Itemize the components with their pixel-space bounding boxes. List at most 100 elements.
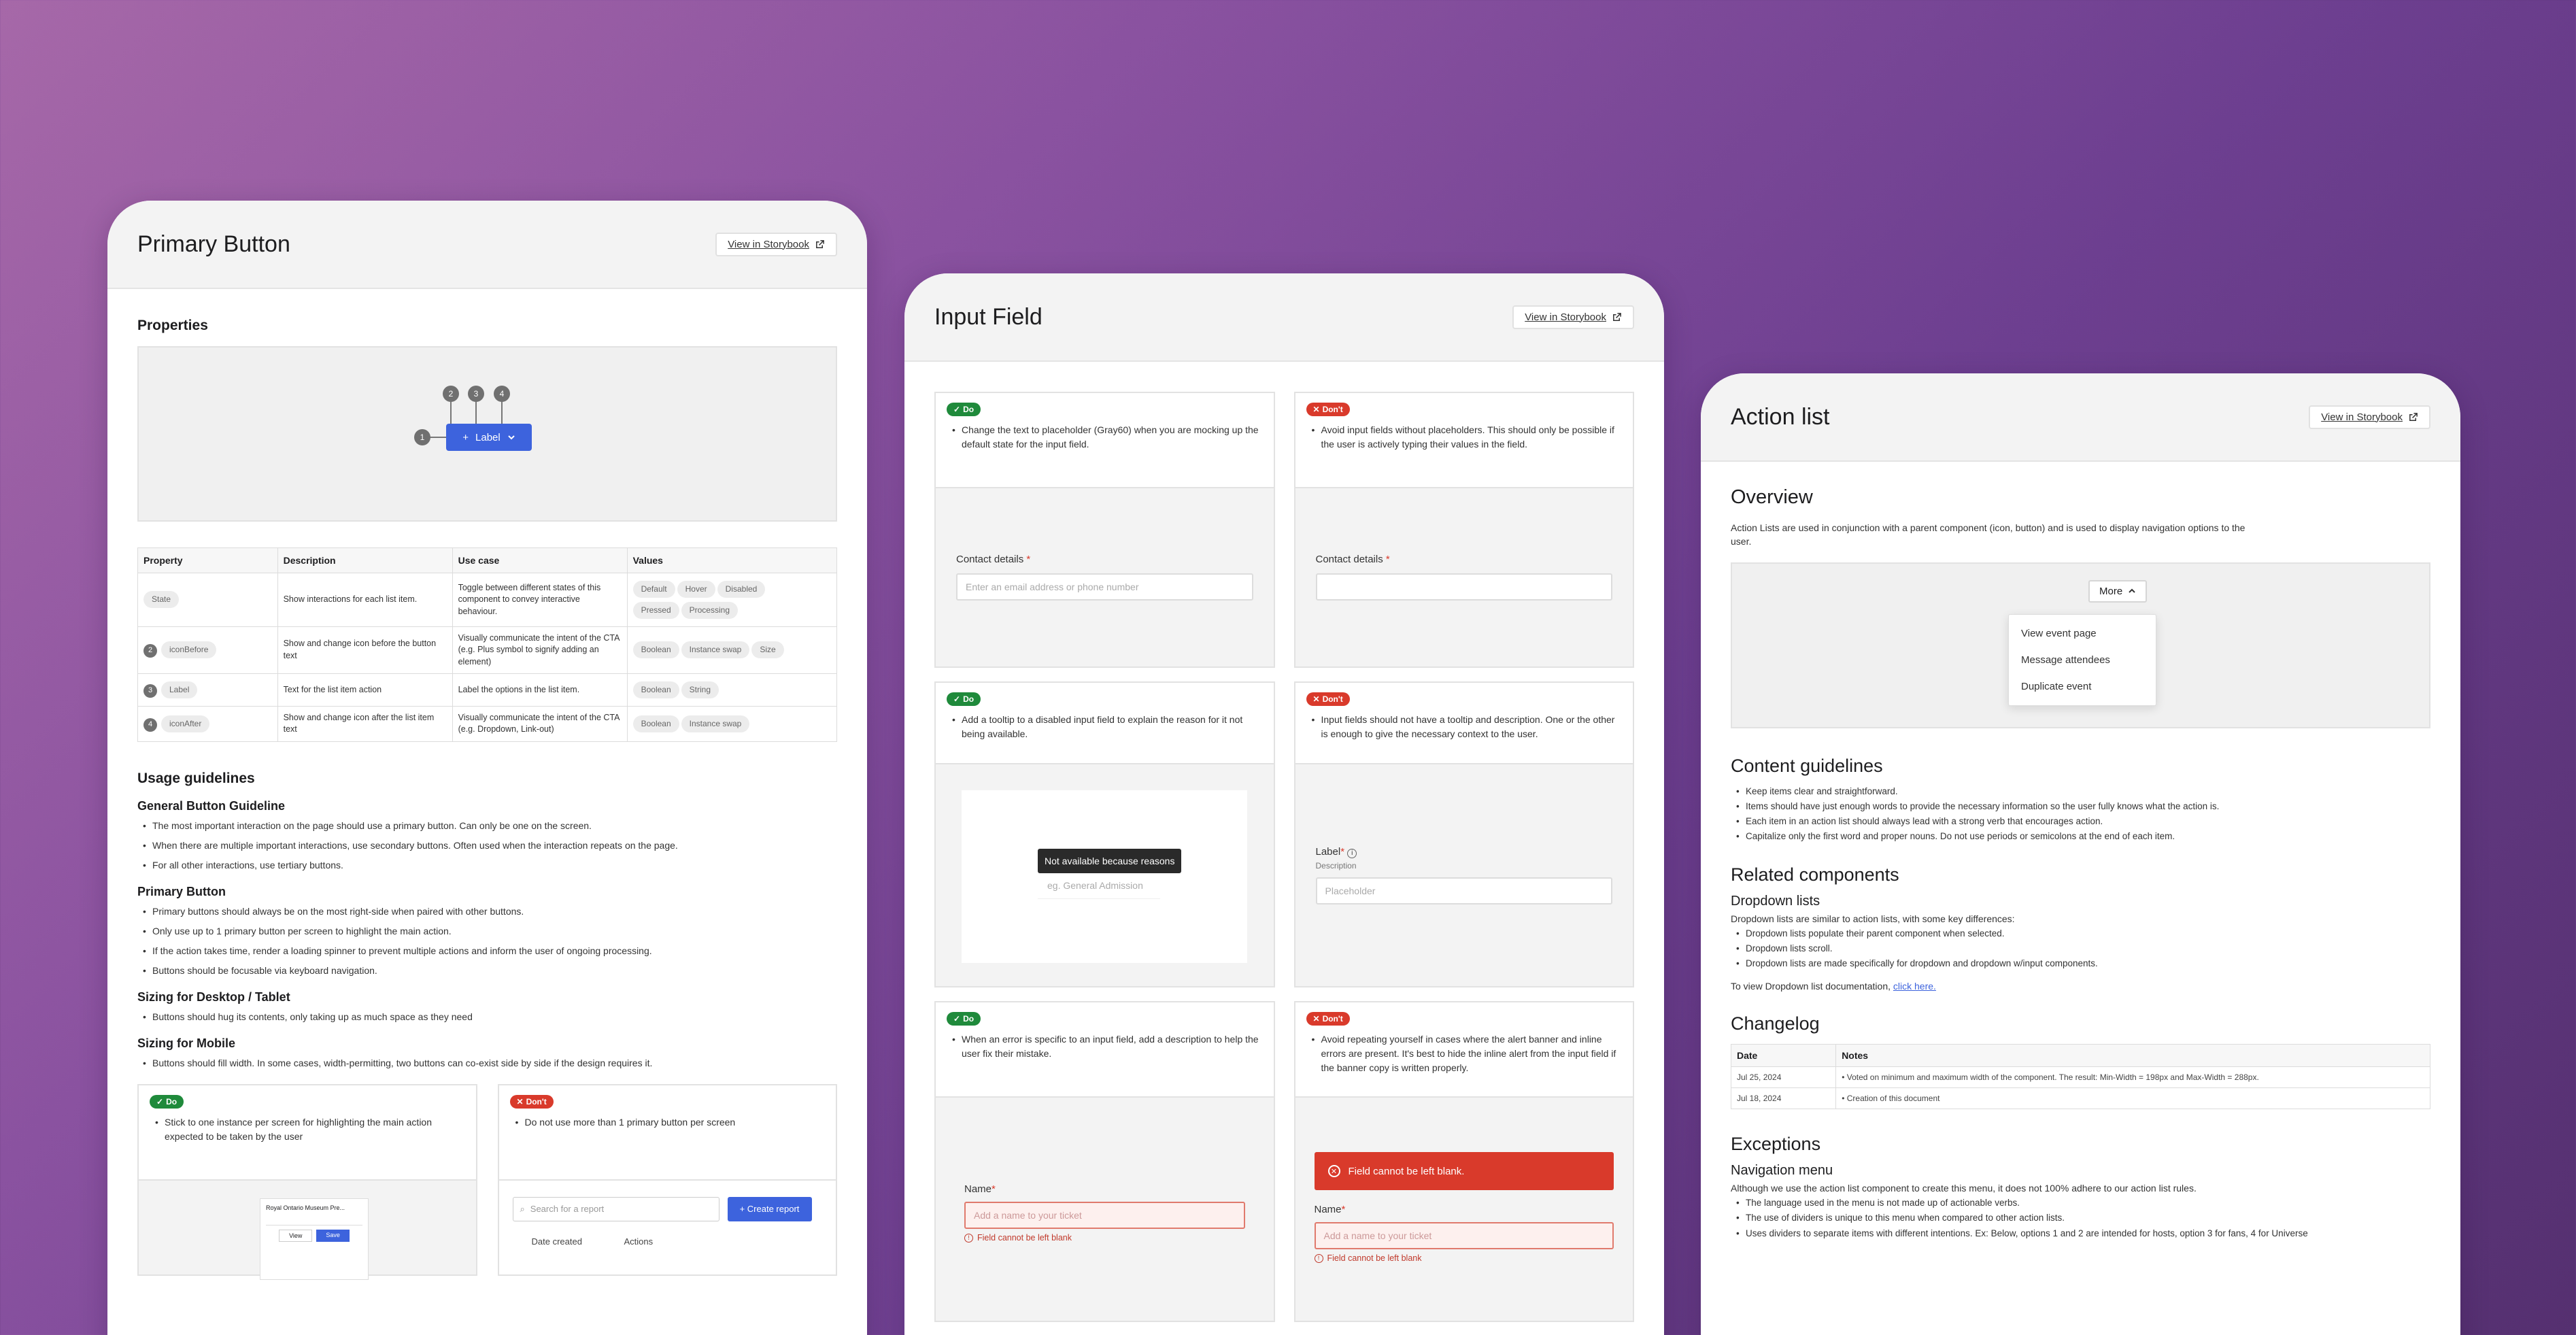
do-dont-row: ✓Do Change the text to placeholder (Gray… — [934, 392, 1634, 668]
contact-details-input[interactable] — [1315, 573, 1612, 601]
dont-card: ✕Don't Input fields should not have a to… — [1293, 681, 1634, 987]
overview-heading: Overview — [1731, 486, 1813, 508]
plus-icon: + — [462, 431, 469, 443]
values-cell: Boolean String — [626, 673, 838, 707]
value-chip: Processing — [681, 601, 738, 619]
primary-button-card: Primary Button View in Storybook Propert… — [107, 201, 867, 1335]
do-badge: ✓ Do — [947, 403, 981, 416]
view-button[interactable]: View — [279, 1229, 313, 1242]
nav-menu-heading: Navigation menu — [1731, 1162, 1833, 1178]
list-item: The most important interaction on the pa… — [137, 819, 837, 833]
value-chip: Default — [632, 581, 675, 598]
properties-table: Property Description Use case Values Sta… — [137, 547, 838, 742]
value-chip: Instance swap — [681, 715, 750, 732]
error-icon: ! — [1314, 1253, 1323, 1263]
view-in-storybook-button[interactable]: View in Storybook — [2309, 405, 2430, 429]
do-example: Not available because reasons eg. Genera… — [936, 763, 1274, 986]
search-input[interactable]: ⌕ Search for a report — [512, 1196, 719, 1221]
field-label: Label* i — [1316, 846, 1613, 858]
list-item: Buttons should fill width. In some cases… — [137, 1056, 837, 1070]
exceptions-heading: Exceptions — [1731, 1133, 1821, 1154]
do-example: Royal Ontario Museum Pre... View Save — [139, 1179, 476, 1280]
mobile-mock: Royal Ontario Museum Pre... View Save — [260, 1198, 369, 1280]
card-title: Action list — [1731, 403, 1830, 430]
description-cell: Show interactions for each list item. — [277, 573, 453, 627]
menu-item[interactable]: Message attendees — [2009, 647, 2156, 673]
action-list-card: Action list View in Storybook Overview A… — [1701, 373, 2460, 1335]
dont-badge: ✕ Don't — [509, 1094, 554, 1109]
related-components-heading: Related components — [1731, 864, 1899, 885]
external-link-icon — [2409, 412, 2418, 421]
dont-badge: ✕ Don't — [1306, 403, 1350, 416]
card-title: Input Field — [934, 303, 1043, 330]
do-text: Add a tooltip to a disabled input field … — [947, 713, 1263, 741]
guideline-list: Primary buttons should always be on the … — [137, 905, 837, 978]
tooltip: Not available because reasons — [1038, 849, 1182, 873]
save-button[interactable]: Save — [316, 1229, 350, 1242]
external-link-icon — [816, 239, 824, 248]
do-card: ✓Do When an error is specific to an inpu… — [934, 1001, 1275, 1322]
more-button[interactable]: More — [2088, 579, 2148, 603]
create-report-button[interactable]: + Create report — [727, 1196, 812, 1221]
dont-example: Label* i Description Placeholder — [1295, 763, 1633, 986]
disabled-input[interactable]: eg. General Admission — [1038, 877, 1160, 899]
table-row: Jul 18, 2024 • Creation of this document — [1730, 1087, 2430, 1109]
chevron-down-icon — [508, 435, 515, 440]
table-header: Values — [626, 547, 838, 573]
inline-error: ! Field cannot be left blank — [1314, 1253, 1614, 1263]
table-header: Description — [277, 547, 453, 573]
property-chip: iconBefore — [161, 641, 217, 659]
use-case-cell: Label the options in the list item. — [452, 673, 628, 707]
note-cell: • Creation of this document — [1835, 1087, 2430, 1109]
dont-example: ⌕ Search for a report + Create report Dat… — [498, 1179, 836, 1274]
dropdown-link-line: To view Dropdown list documentation, cli… — [1731, 980, 1936, 992]
card-header: Input Field View in Storybook — [904, 273, 1664, 362]
table-row: 3 Label Text for the list item action Lab… — [137, 673, 838, 707]
do-badge: ✓ Do — [947, 1012, 981, 1026]
menu-item[interactable]: Duplicate event — [2009, 673, 2156, 700]
dropdown-docs-link[interactable]: click here. — [1893, 981, 1936, 992]
table-row: 2 iconBefore Show and change icon before … — [137, 626, 838, 675]
view-in-storybook-button[interactable]: View in Storybook — [715, 232, 837, 256]
section-title: Sizing for Mobile — [137, 1036, 235, 1050]
name-input[interactable]: Add a name to your ticket — [1314, 1222, 1614, 1249]
overview-text: Action Lists are used in conjunction wit… — [1731, 522, 2245, 547]
storybook-label: View in Storybook — [2321, 411, 2403, 423]
error-icon: ! — [964, 1233, 973, 1243]
dropdown-list: Dropdown lists populate their parent com… — [1731, 927, 2430, 971]
check-icon: ✓ — [953, 405, 961, 414]
list-item: Dropdown lists populate their parent com… — [1731, 927, 2430, 941]
list-item: When there are multiple important intera… — [137, 839, 837, 853]
info-icon[interactable]: i — [1347, 848, 1357, 858]
contact-details-input[interactable]: Enter an email address or phone number — [956, 573, 1253, 601]
do-example: Name* Add a name to your ticket ! Field c… — [936, 1096, 1274, 1321]
mock-title: Royal Ontario Museum Pre... — [266, 1204, 345, 1211]
pin-line — [430, 437, 446, 438]
table-row: Jul 25, 2024 • Voted on minimum and maxi… — [1730, 1066, 2430, 1088]
card-body: Overview Action Lists are used in conjun… — [1701, 462, 2460, 1258]
use-case-cell: Toggle between different states of this … — [452, 573, 628, 627]
alert-banner: ✕ Field cannot be left blank. — [1314, 1152, 1614, 1190]
value-chip: Size — [751, 641, 784, 659]
list-item: Each item in an action list should alway… — [1731, 815, 2248, 829]
input-field-card: Input Field View in Storybook ✓Do Change… — [904, 273, 1664, 1335]
usage-heading: Usage guidelines — [137, 770, 255, 786]
list-item: Only use up to 1 primary button per scre… — [137, 924, 837, 939]
do-dont-row: ✓Do When an error is specific to an inpu… — [934, 1001, 1634, 1322]
dont-card: ✕Don't Avoid input fields without placeh… — [1293, 392, 1634, 668]
preview-primary-button[interactable]: + Label — [446, 424, 532, 451]
check-icon: ✓ — [953, 1014, 961, 1024]
dont-text: Avoid repeating yourself in cases where … — [1306, 1032, 1623, 1075]
search-icon: ⌕ — [520, 1203, 525, 1214]
row-number: 4 — [143, 717, 157, 732]
label-input[interactable]: Placeholder — [1315, 877, 1612, 905]
name-input[interactable]: Add a name to your ticket — [964, 1202, 1245, 1229]
values-cell: Boolean Instance swap Size — [626, 626, 838, 675]
list-item: Primary buttons should always be on the … — [137, 905, 837, 919]
component-preview: 1 2 3 4 + Label — [137, 346, 837, 522]
close-icon: ✕ — [516, 1096, 524, 1106]
view-in-storybook-button[interactable]: View in Storybook — [1512, 305, 1634, 329]
list-item: The language used in the menu is not mad… — [1731, 1196, 2430, 1211]
menu-item[interactable]: View event page — [2009, 620, 2156, 647]
pin-1: 1 — [414, 429, 430, 445]
